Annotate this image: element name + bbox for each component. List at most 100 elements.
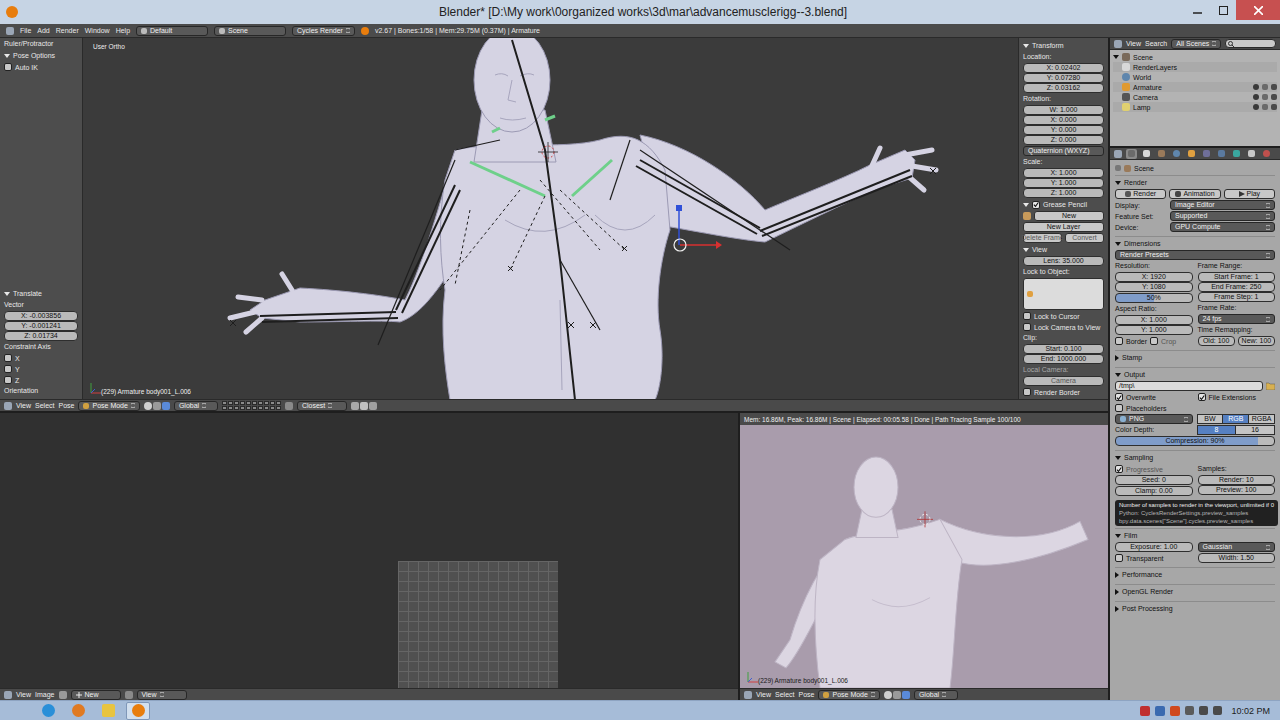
snap-dropdown[interactable]: Closest <box>297 401 347 411</box>
panel-header[interactable]: Render <box>1115 177 1275 188</box>
lock-checkbox[interactable]: Lock to Cursor <box>1023 311 1104 321</box>
panel-header[interactable]: Film <box>1115 530 1275 541</box>
render-preview-drawing[interactable] <box>740 425 1108 688</box>
file-format-dropdown[interactable]: PNG <box>1115 414 1193 424</box>
context-tab[interactable] <box>1126 149 1137 159</box>
tray-icon[interactable] <box>1155 706 1165 716</box>
number-field[interactable]: Clamp: 0.00 <box>1115 486 1193 496</box>
menu-item[interactable]: View <box>1126 39 1141 49</box>
placeholders-checkbox[interactable]: Placeholders <box>1115 403 1275 413</box>
taskbar-app[interactable] <box>96 702 120 720</box>
color-depth-toggle[interactable]: 16 <box>1235 425 1275 435</box>
tray-icon[interactable] <box>1140 706 1150 716</box>
outliner-row[interactable]: Camera <box>1113 92 1277 102</box>
number-field[interactable]: Y: 1.000 <box>1115 325 1193 335</box>
menu-item[interactable]: Help <box>116 26 130 36</box>
number-field[interactable]: Render: 10 <box>1198 475 1276 485</box>
context-tab[interactable] <box>1231 149 1242 159</box>
number-field[interactable]: Z: 0.03162 <box>1023 83 1104 93</box>
number-field[interactable]: Y: 0.07280 <box>1023 73 1104 83</box>
panel-header[interactable]: Stamp <box>1115 352 1275 363</box>
menu-item[interactable]: View <box>16 690 31 700</box>
layer-button[interactable] <box>276 406 281 410</box>
layer-button[interactable] <box>276 401 281 405</box>
checkbox[interactable] <box>1023 323 1031 331</box>
color-mode-toggle[interactable]: BW <box>1197 414 1224 424</box>
checkbox[interactable] <box>1023 388 1031 396</box>
local-camera-field[interactable]: Camera <box>1023 376 1104 386</box>
number-field[interactable]: End: 1000.000 <box>1023 354 1104 364</box>
number-field[interactable]: Z: 1.000 <box>1023 188 1104 198</box>
layer-button[interactable] <box>240 406 245 410</box>
menu-item[interactable]: Select <box>775 690 794 700</box>
panel-header[interactable]: Performance <box>1115 569 1275 580</box>
context-tab[interactable] <box>1141 149 1152 159</box>
taskbar-app[interactable] <box>36 702 60 720</box>
render-border-checkbox[interactable]: Render Border <box>1023 387 1104 397</box>
panel-header[interactable]: Pose Options <box>4 50 78 61</box>
panel-header[interactable]: Output <box>1115 369 1275 380</box>
orientation-dropdown[interactable]: Global <box>914 690 958 700</box>
render-canvas[interactable]: (229) Armature body001_L.006 <box>740 425 1108 688</box>
layer-button[interactable] <box>228 401 233 405</box>
layer-button[interactable] <box>246 406 251 410</box>
outliner-row[interactable]: RenderLayers <box>1113 62 1277 72</box>
editor-type-icon[interactable] <box>4 691 12 699</box>
render-camera-icon[interactable] <box>1271 94 1277 100</box>
shading-icon[interactable] <box>884 691 892 699</box>
editor-type-icon[interactable] <box>4 402 12 410</box>
eye-icon[interactable] <box>1253 84 1259 90</box>
panel-header[interactable]: Sampling <box>1115 452 1275 463</box>
layer-button[interactable] <box>252 406 257 410</box>
lock-object-field[interactable] <box>1023 278 1104 310</box>
context-tab[interactable] <box>1156 149 1167 159</box>
panel-header[interactable]: Dimensions <box>1115 238 1275 249</box>
crop-checkbox[interactable]: Crop <box>1150 336 1176 346</box>
panel-header[interactable]: Translate <box>4 288 78 299</box>
display-mode-dropdown[interactable]: All Scenes <box>1171 39 1221 49</box>
number-field[interactable]: Y: 1080 <box>1115 282 1193 292</box>
frame-rate-dropdown[interactable]: 24 fps <box>1198 314 1276 324</box>
layer-button[interactable] <box>228 406 233 410</box>
editor-type-icon[interactable] <box>6 27 14 35</box>
number-field[interactable]: New: 100 <box>1238 336 1275 346</box>
output-checkbox[interactable]: Overwrite <box>1115 392 1193 402</box>
eye-icon[interactable] <box>1253 104 1259 110</box>
render-camera-icon[interactable] <box>1271 84 1277 90</box>
number-field[interactable]: W: 1.000 <box>1023 105 1104 115</box>
mode-dropdown[interactable]: Pose Mode <box>818 690 879 700</box>
flag-icon[interactable] <box>1185 706 1194 715</box>
checkbox[interactable] <box>1198 393 1206 401</box>
layer-button[interactable] <box>252 401 257 405</box>
number-field[interactable]: X: 1.000 <box>1115 315 1193 325</box>
number-field[interactable]: Preview: 100 <box>1198 485 1276 495</box>
number-field[interactable]: X: 1920 <box>1115 272 1193 282</box>
number-field[interactable]: Frame Step: 1 <box>1198 292 1276 302</box>
lock-icon[interactable] <box>285 402 293 410</box>
menu-item[interactable]: File <box>20 26 31 36</box>
menu-item[interactable]: Select <box>35 401 54 411</box>
cursor-icon[interactable] <box>1262 94 1268 100</box>
checkbox[interactable] <box>4 365 12 373</box>
render-icon[interactable] <box>360 402 368 410</box>
number-field[interactable]: End Frame: 250 <box>1198 282 1276 292</box>
axis-checkbox[interactable]: X <box>4 353 78 363</box>
menu-item[interactable]: Image <box>35 690 54 700</box>
checkbox[interactable] <box>4 354 12 362</box>
orientation-dropdown[interactable]: Global <box>174 401 218 411</box>
outliner-row[interactable]: Scene <box>1113 52 1277 62</box>
volume-icon[interactable] <box>1213 706 1222 715</box>
pin-icon[interactable] <box>125 691 133 699</box>
number-field[interactable]: X: 1.000 <box>1023 168 1104 178</box>
tray-icon[interactable] <box>1170 706 1180 716</box>
number-field[interactable]: Z: 0.000 <box>1023 135 1104 145</box>
taskbar-app[interactable] <box>126 702 150 720</box>
new-image-button[interactable]: New <box>71 690 121 700</box>
output-path-field[interactable]: /tmp\ <box>1115 381 1263 391</box>
editor-type-icon[interactable] <box>1114 150 1122 158</box>
lens-field[interactable]: Lens: 35.000 <box>1023 256 1104 266</box>
number-field[interactable]: Seed: 0 <box>1115 475 1193 485</box>
snap-icon[interactable] <box>351 402 359 410</box>
number-field[interactable]: Y: 1.000 <box>1023 178 1104 188</box>
color-mode-toggle[interactable]: RGBA <box>1248 414 1275 424</box>
